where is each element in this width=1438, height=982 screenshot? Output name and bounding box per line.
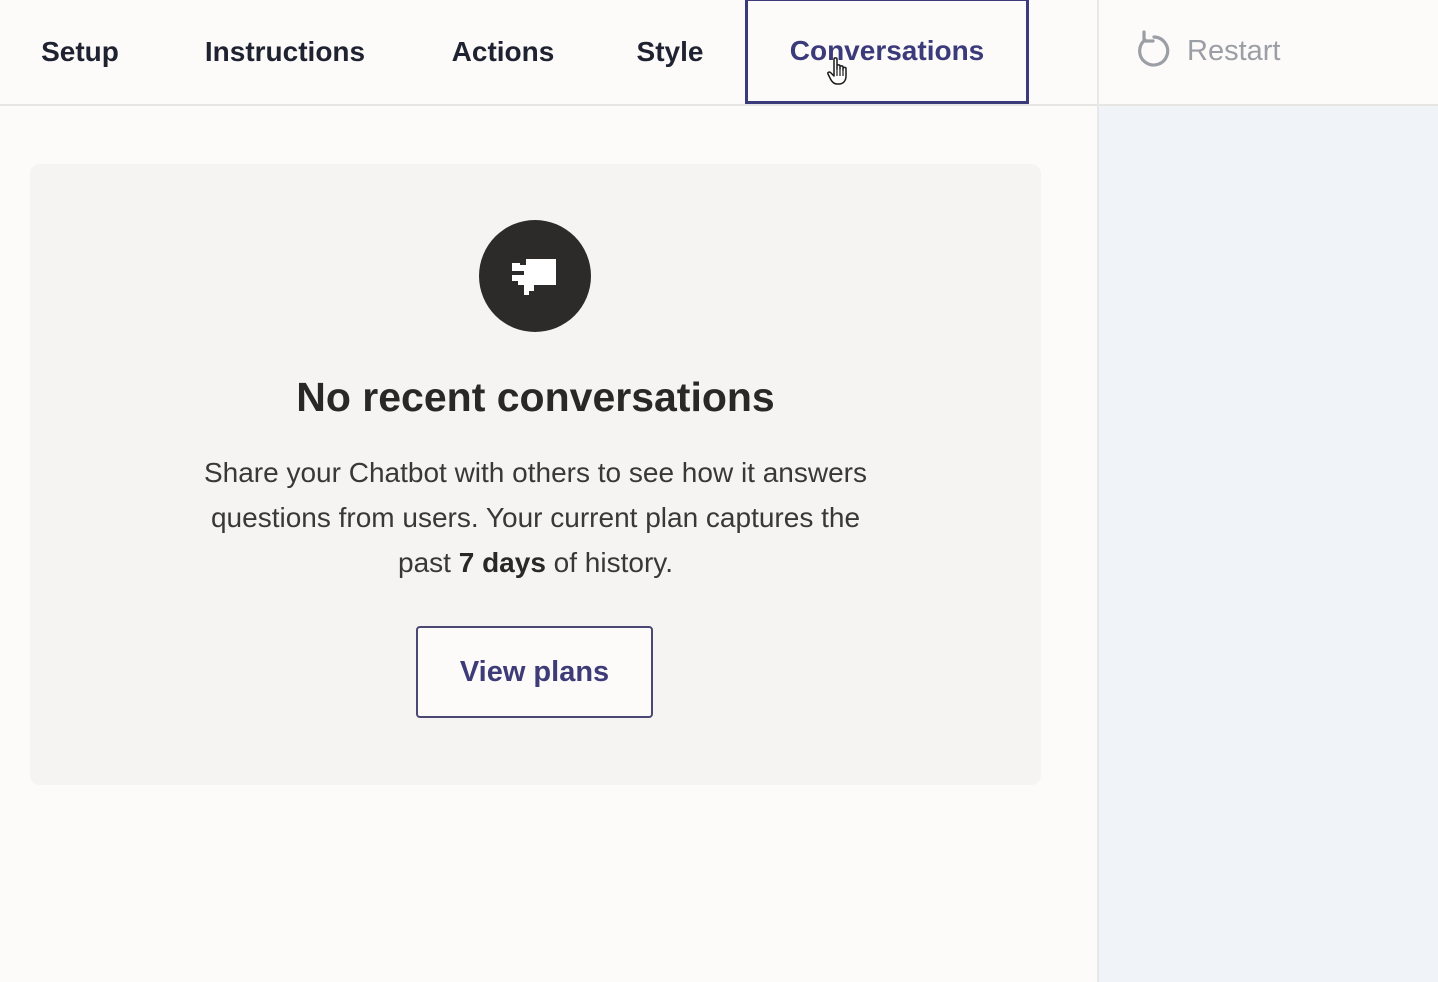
empty-state-title: No recent conversations [296,374,775,420]
editor-pane: Setup Instructions Actions Style Convers… [0,0,1097,982]
tab-conversations[interactable]: Conversations [745,0,1029,104]
chat-bubble-icon [479,220,591,332]
chat-bubble-glyph [512,259,556,295]
empty-state-card: No recent conversations Share your Chatb… [30,164,1041,785]
hand-pointer-icon [827,57,847,85]
empty-state-description: Share your Chatbot with others to see ho… [200,450,871,585]
app-root: Setup Instructions Actions Style Convers… [0,0,1438,982]
preview-header: Restart [1099,0,1438,106]
tab-bar: Setup Instructions Actions Style Convers… [0,0,1097,106]
preview-pane: Restart [1097,0,1438,982]
restart-icon [1138,30,1170,67]
restart-button[interactable]: Restart [1135,24,1280,78]
tab-style[interactable]: Style [614,0,726,104]
desc-part2: of history. [545,547,673,578]
restart-label: Restart [1187,34,1281,67]
tab-instructions[interactable]: Instructions [180,0,390,104]
tab-actions[interactable]: Actions [430,0,576,104]
desc-bold: 7 days [458,547,546,578]
tab-setup[interactable]: Setup [18,0,142,104]
view-plans-button[interactable]: View plans [416,626,653,718]
